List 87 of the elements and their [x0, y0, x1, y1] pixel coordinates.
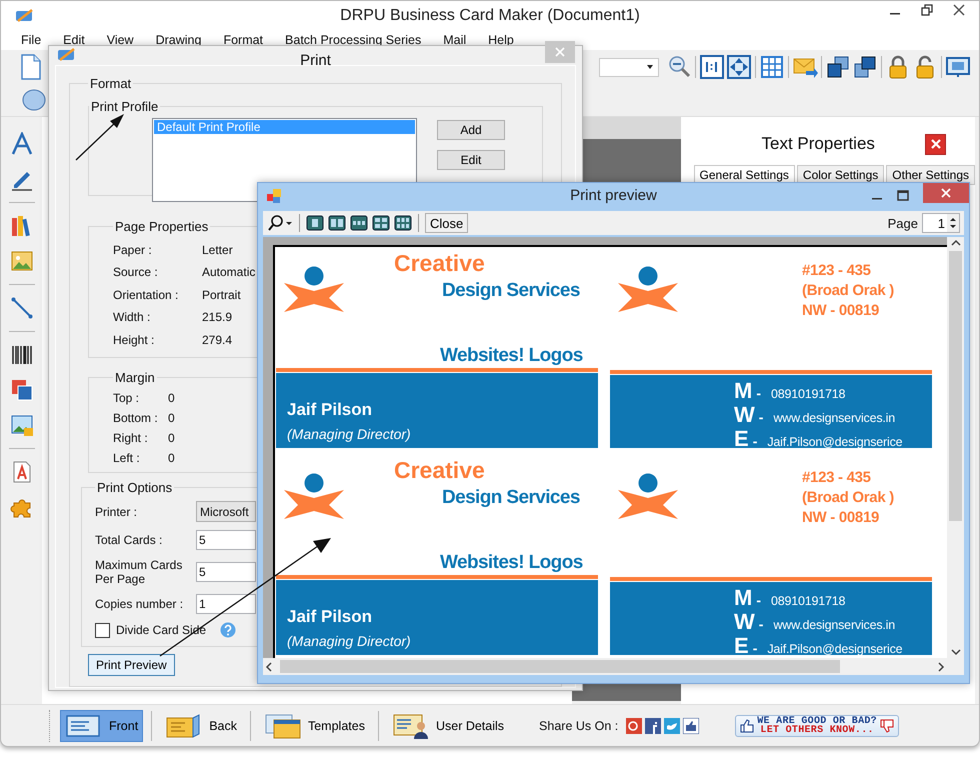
company-name: Design Services [442, 280, 580, 302]
company-name: Design Services [442, 487, 580, 509]
bottom-tab[interactable]: Back [160, 710, 242, 742]
menu-item[interactable]: Edit [57, 33, 91, 47]
menu-item[interactable]: File [15, 33, 48, 47]
contact-letter: W [734, 610, 755, 634]
bottom-tab[interactable]: Templates [258, 710, 370, 742]
contact-letter: M [734, 379, 752, 403]
bottom-tab[interactable]: User Details [386, 710, 510, 742]
field-label: Height : [113, 332, 156, 347]
window-title: DRPU Business Card Maker (Document1) [340, 7, 640, 24]
field-value: 279.4 [202, 332, 232, 347]
menu-item[interactable]: View [100, 33, 140, 47]
field-label: Printer : [95, 504, 138, 518]
page-spinner[interactable]: 1 [922, 213, 960, 233]
address-line: (Broad Orak ) [802, 489, 894, 507]
contact-separator: - [758, 409, 764, 425]
field-label: Copies number : [95, 597, 184, 611]
field-value: 0 [168, 411, 175, 425]
field-label: Orientation : [113, 288, 180, 302]
job-title: (Managing Director) [287, 633, 411, 649]
group-label: Margin [114, 370, 156, 385]
person-name: Jaif Pilson [287, 607, 372, 627]
company-name: Creative [394, 250, 485, 277]
page-label: Page [888, 216, 918, 230]
person-name: Jaif Pilson [287, 400, 372, 420]
profile-button[interactable]: Add [437, 120, 505, 140]
menu-item[interactable]: Batch Processing Series [279, 33, 428, 47]
contact-separator: - [758, 616, 764, 632]
window-title: Print preview [570, 187, 657, 204]
feedback-button[interactable]: WE ARE GOOD OR BAD? LET OTHERS KNOW... [735, 714, 899, 736]
field-label: Left : [113, 451, 141, 465]
menu-item[interactable]: Drawing [150, 33, 208, 47]
contact-value: 08910191718 [771, 387, 846, 401]
field-value: 215.9 [202, 310, 232, 324]
input-field[interactable]: 5 [196, 530, 256, 550]
menu-item[interactable]: Help [482, 33, 520, 47]
group-label: Print Profile [90, 98, 160, 114]
group-label: Print Options [96, 480, 174, 495]
input-field[interactable]: 1 [196, 594, 256, 614]
group-label: Page Properties [114, 218, 210, 234]
input-field[interactable]: 5 [196, 562, 256, 582]
contact-value: 08910191718 [771, 594, 846, 608]
contact-separator: - [752, 433, 758, 448]
field-label: Width : [113, 310, 152, 324]
address-line: NW - 00819 [802, 509, 880, 527]
contact-letter: E [734, 634, 749, 655]
field-value: Automatic [202, 265, 256, 280]
field-label: Total Cards : [95, 533, 164, 547]
field-label: Maximum Cards Per Page [95, 558, 184, 586]
contact-separator: - [752, 640, 758, 655]
field-label: Paper : [113, 242, 153, 257]
job-title: (Managing Director) [287, 426, 411, 442]
tagline: Websites! Logos [440, 345, 583, 367]
close-button[interactable]: Close [425, 213, 468, 233]
tagline: Websites! Logos [440, 552, 583, 574]
contact-separator: - [756, 385, 761, 401]
address-line: NW - 00819 [802, 302, 880, 320]
field-value: 0 [168, 391, 175, 405]
profile-button[interactable]: Edit [437, 150, 505, 170]
field-value: Portrait [202, 288, 241, 302]
panel-title: Text Properties [762, 134, 875, 154]
address-line: #123 - 435 [802, 469, 871, 487]
contact-separator: - [756, 592, 761, 608]
field-value: 0 [168, 431, 175, 445]
contact-letter: W [734, 403, 755, 427]
address-line: #123 - 435 [802, 262, 871, 280]
menu-item[interactable]: Format [217, 33, 270, 47]
share-label: Share Us On : [539, 718, 618, 732]
print-preview-button[interactable]: Print Preview [88, 654, 175, 676]
field-value: Letter [202, 242, 233, 257]
menu-item[interactable]: Mail [437, 33, 472, 47]
group-label: Format [89, 76, 132, 90]
contact-value: www.designservices.in [773, 618, 895, 632]
contact-letter: M [734, 586, 752, 610]
printer-dropdown[interactable]: Microsoft [196, 501, 256, 522]
window-title: Print [300, 52, 331, 69]
field-label: Source : [113, 265, 159, 280]
company-name: Creative [394, 457, 485, 484]
field-label: Bottom : [113, 411, 159, 425]
field-value: 0 [168, 451, 175, 465]
field-label: Right : [113, 431, 149, 445]
contact-letter: E [734, 427, 749, 448]
address-line: (Broad Orak ) [802, 282, 894, 300]
field-label: Top : [113, 391, 140, 405]
contact-value: www.designservices.in [773, 411, 895, 425]
bottom-tab[interactable]: Front [60, 710, 144, 742]
